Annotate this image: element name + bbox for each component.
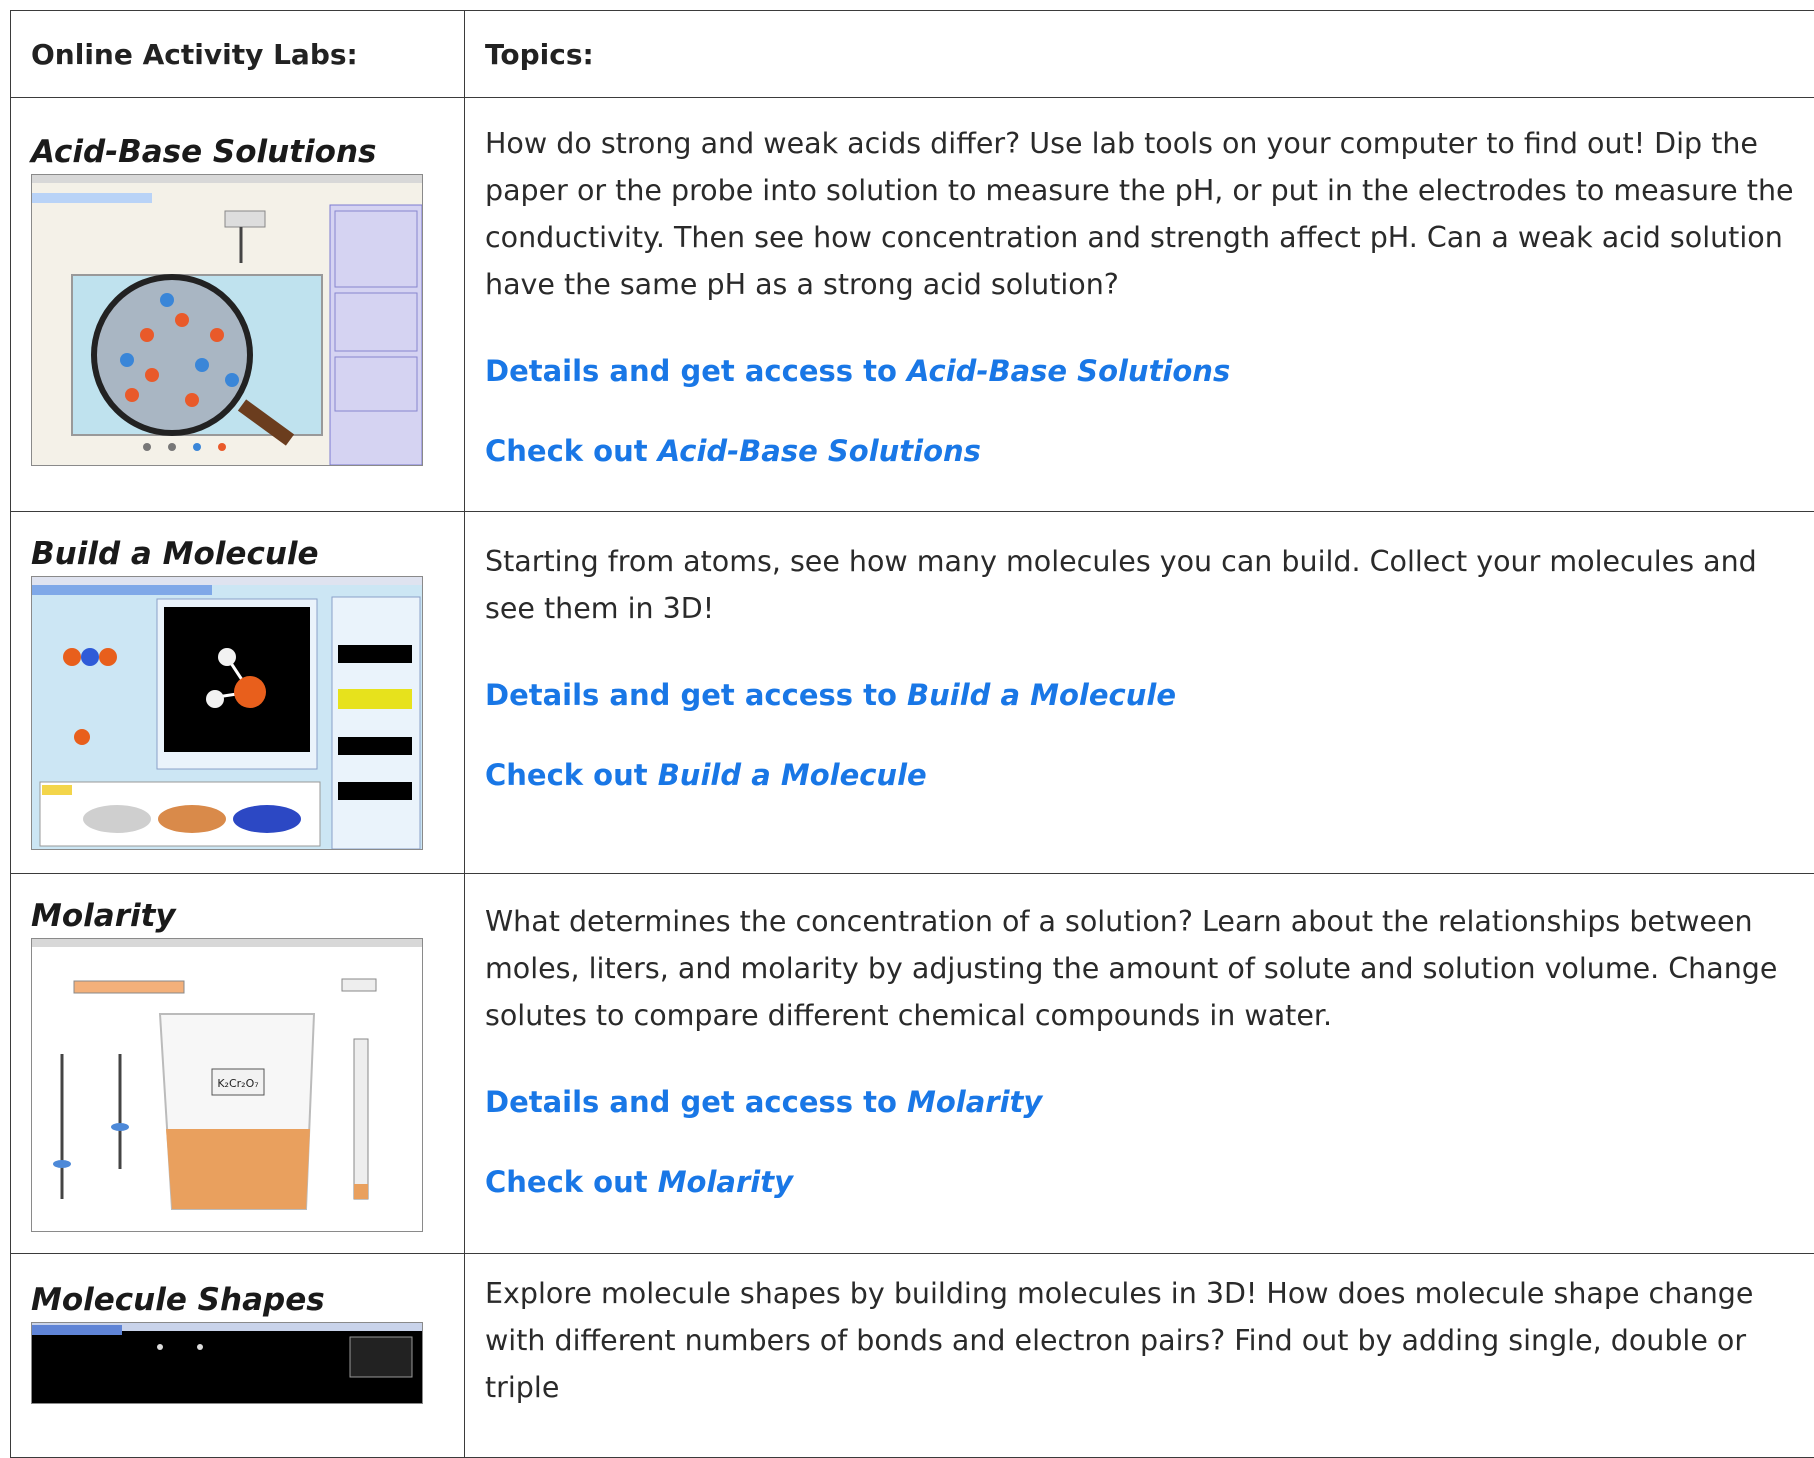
lab-description: Starting from atoms, see how many molecu… [485, 538, 1800, 632]
lab-description: How do strong and weak acids differ? Use… [485, 120, 1800, 308]
table-row: Build a Molecule [11, 512, 1814, 874]
build-molecule-screenshot[interactable] [31, 576, 423, 850]
check-out-link-build-molecule[interactable]: Check out Build a Molecule [485, 758, 1800, 792]
header-labs: Online Activity Labs: [11, 11, 465, 98]
table-row: Molarity K₂Cr₂O₇ [11, 874, 1814, 1254]
details-link-acid-base[interactable]: Details and get access to Acid-Base Solu… [485, 354, 1800, 388]
lab-title: Molecule Shapes [31, 1282, 464, 1318]
table-header-row: Online Activity Labs: Topics: [11, 11, 1814, 98]
table-row: Acid-Base Solutions [11, 98, 1814, 512]
topic-cell: What determines the concentration of a s… [465, 874, 1814, 1254]
labs-table: Online Activity Labs: Topics: Acid-Base … [10, 10, 1814, 1458]
beaker-label: K₂Cr₂O₇ [217, 1077, 258, 1090]
table-row: Molecule Shapes Explore molecule shapes … [11, 1254, 1814, 1458]
topic-cell: How do strong and weak acids differ? Use… [465, 98, 1814, 512]
molarity-screenshot[interactable]: K₂Cr₂O₇ [31, 938, 423, 1232]
molecule-shapes-screenshot[interactable] [31, 1322, 423, 1404]
lab-title: Build a Molecule [31, 536, 464, 572]
acid-base-screenshot[interactable] [31, 174, 423, 466]
lab-description: What determines the concentration of a s… [485, 898, 1800, 1039]
lab-title: Acid-Base Solutions [31, 134, 464, 170]
lab-cell: Build a Molecule [11, 512, 465, 874]
details-link-molarity[interactable]: Details and get access to Molarity [485, 1085, 1800, 1119]
header-topics: Topics: [465, 11, 1814, 98]
lab-cell: Molarity K₂Cr₂O₇ [11, 874, 465, 1254]
check-out-link-molarity[interactable]: Check out Molarity [485, 1165, 1800, 1199]
lab-title: Molarity [31, 898, 464, 934]
topic-cell: Starting from atoms, see how many molecu… [465, 512, 1814, 874]
lab-description: Explore molecule shapes by building mole… [485, 1270, 1800, 1411]
details-link-build-molecule[interactable]: Details and get access to Build a Molecu… [485, 678, 1800, 712]
lab-cell: Molecule Shapes [11, 1254, 465, 1458]
lab-cell: Acid-Base Solutions [11, 98, 465, 512]
check-out-link-acid-base[interactable]: Check out Acid-Base Solutions [485, 434, 1800, 468]
topic-cell: Explore molecule shapes by building mole… [465, 1254, 1814, 1458]
